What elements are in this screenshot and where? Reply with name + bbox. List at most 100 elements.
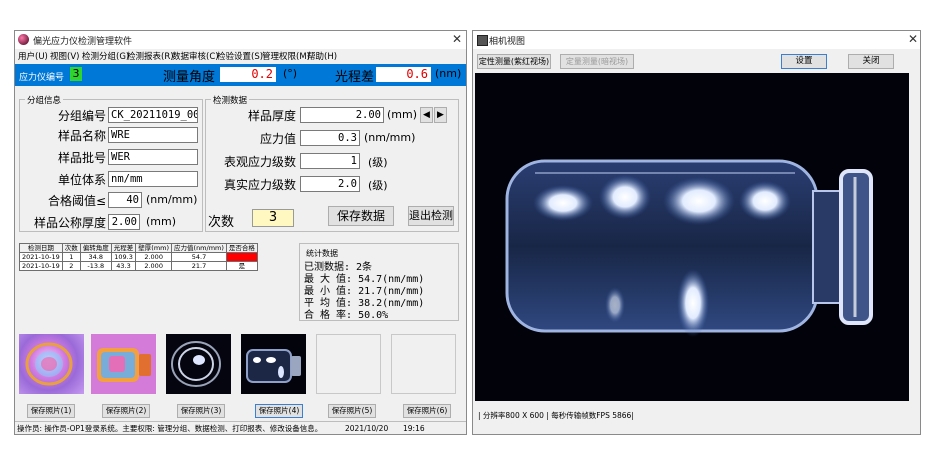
photo-slot-5[interactable] <box>316 334 381 394</box>
sample-name-field[interactable]: WRE <box>108 127 198 143</box>
unit-system-field[interactable]: nm/mm <box>108 171 198 187</box>
sample-name-label: 样品名称 <box>57 129 106 143</box>
group-no-field[interactable]: CK_20211019_001 <box>108 107 198 123</box>
menu-settings[interactable]: 检验设置(S) <box>217 50 263 62</box>
photo-thumbnail-1[interactable] <box>19 334 84 394</box>
photo-thumbnail-2[interactable] <box>91 334 156 394</box>
bottle-side-image <box>97 348 151 382</box>
save-photo-1-button[interactable]: 保存照片(1) <box>27 404 75 418</box>
operator-status: 操作员: 操作员-OP1登录系统。主要权限: 管理分组、数据检测、打印报表、修改… <box>17 424 323 433</box>
path-diff-label: 光程差 <box>335 70 375 85</box>
camera-preview[interactable] <box>475 73 909 401</box>
qualitative-measure-button[interactable]: 定性测量(紫红视场) <box>477 54 551 69</box>
stress-label: 应力值 <box>259 132 296 146</box>
records-table: 检测日期 次数 偏转角度 光程差 壁厚(mm) 应力值(nm/mm) 是否合格 … <box>19 243 258 271</box>
photo-thumbnail-3[interactable] <box>166 334 231 394</box>
close-icon[interactable]: ✕ <box>452 32 462 46</box>
nominal-thickness-label: 样品公称厚度 <box>33 216 106 230</box>
status-date: 2021/10/20 <box>345 424 389 433</box>
menu-bar: 用户(U) 视图(V) 检测分组(G) 检测报表(R) 数据审核(C) 检验设置… <box>15 49 466 64</box>
save-photo-5-button[interactable]: 保存照片(5) <box>328 404 376 418</box>
menu-help[interactable]: 帮助(H) <box>307 50 337 62</box>
pass-fail-cell: 是 <box>225 261 258 271</box>
save-data-button[interactable]: 保存数据 <box>328 206 394 226</box>
nominal-thickness-field[interactable]: 2.00 <box>108 214 140 230</box>
count-label: 次数 <box>208 215 235 230</box>
table-cell: 21.7 <box>171 261 227 271</box>
exit-detection-button[interactable]: 退出检测 <box>408 206 454 226</box>
quantitative-measure-button[interactable]: 定量测量(暗视场) <box>560 54 634 69</box>
camera-icon <box>477 35 488 46</box>
app-icon <box>18 34 29 45</box>
stat-pass-rate: 合 格 率: 50.0% <box>304 310 389 321</box>
thickness-unit: (mm) <box>387 108 418 121</box>
count-value: 3 <box>252 209 294 227</box>
device-number: 3 <box>70 67 82 81</box>
window-title: 偏光应力仪检测管理软件 <box>33 37 133 47</box>
table-cell: 2 <box>61 261 81 271</box>
menu-group[interactable]: 检测分组(G) <box>82 50 129 62</box>
apparent-level-field[interactable]: 1 <box>300 153 360 169</box>
camera-window-title: 相机视图 <box>489 37 526 47</box>
save-photo-2-button[interactable]: 保存照片(2) <box>102 404 150 418</box>
table-row[interactable]: 2021-10-19 2 -13.8 43.3 2.000 21.7 是 <box>19 261 258 271</box>
main-window: 偏光应力仪检测管理软件 ✕ 用户(U) 视图(V) 检测分组(G) 检测报表(R… <box>14 30 467 435</box>
pass-fail-cell: 否 <box>225 252 258 262</box>
stress-unit: (nm/mm) <box>364 131 416 144</box>
dark-side-image <box>246 349 301 383</box>
batch-field[interactable]: WER <box>108 149 198 165</box>
photo-slot-6[interactable] <box>391 334 456 394</box>
table-cell: 2021-10-19 <box>19 252 63 262</box>
menu-permissions[interactable]: 管理权限(M) <box>262 50 310 62</box>
nominal-thickness-unit: (mm) <box>146 215 177 228</box>
bottle-stress-image <box>475 73 909 401</box>
thickness-label: 样品厚度 <box>247 109 296 123</box>
table-cell: 54.7 <box>171 252 227 262</box>
settings-button[interactable]: 设置 <box>781 54 827 69</box>
table-cell: 2.000 <box>135 252 173 262</box>
menu-view[interactable]: 视图(V) <box>50 50 79 62</box>
threshold-field[interactable]: 40 <box>108 192 142 208</box>
col-header: 是否合格 <box>225 243 258 253</box>
camera-title-bar: 相机视图 ✕ <box>473 31 920 49</box>
stress-field[interactable]: 0.3 <box>300 130 360 146</box>
save-photo-4-button[interactable]: 保存照片(4) <box>255 404 303 418</box>
menu-user[interactable]: 用户(U) <box>18 50 48 62</box>
batch-label: 样品批号 <box>57 151 106 165</box>
menu-audit[interactable]: 数据审核(C) <box>172 50 219 62</box>
table-cell: 34.8 <box>79 252 112 262</box>
save-photo-6-button[interactable]: 保存照片(6) <box>403 404 451 418</box>
col-header: 偏转角度 <box>79 243 112 253</box>
bottle-bottom-image <box>25 342 73 386</box>
path-diff-value: 0.6 <box>376 67 431 82</box>
next-arrow-button[interactable]: ▶ <box>434 107 447 123</box>
close-button[interactable]: 关闭 <box>848 54 894 69</box>
prev-arrow-button[interactable]: ◀ <box>420 107 433 123</box>
measurement-bar: 应力仪编号 3 测量角度 0.2 (°) 光程差 0.6 (nm) <box>15 64 466 86</box>
table-cell: 109.3 <box>110 252 137 262</box>
dark-bottom-image <box>171 341 221 387</box>
menu-report[interactable]: 检测报表(R) <box>127 50 174 62</box>
detection-title: 检测数据 <box>211 94 250 106</box>
col-header: 壁厚(mm) <box>135 243 173 253</box>
group-info-panel: 分组信息 分组编号 CK_20211019_001 样品名称 WRE 样品批号 … <box>19 94 203 232</box>
photo-thumbnail-4[interactable] <box>241 334 306 394</box>
group-info-title: 分组信息 <box>25 94 64 106</box>
col-header: 检测日期 <box>19 243 63 253</box>
angle-label: 测量角度 <box>163 70 216 85</box>
col-header: 次数 <box>61 243 81 253</box>
close-icon[interactable]: ✕ <box>908 32 918 46</box>
camera-window: 相机视图 ✕ 定性测量(紫红视场) 定量测量(暗视场) 设置 关闭 | 分辨率8… <box>472 30 921 435</box>
threshold-unit: (nm/mm) <box>146 193 198 206</box>
table-cell: -13.8 <box>79 261 112 271</box>
real-level-field[interactable]: 2.0 <box>300 176 360 192</box>
thickness-field[interactable]: 2.00 <box>300 107 384 123</box>
status-bar: 操作员: 操作员-OP1登录系统。主要权限: 管理分组、数据检测、打印报表、修改… <box>15 421 466 434</box>
table-row[interactable]: 2021-10-19 1 34.8 109.3 2.000 54.7 否 <box>19 252 258 262</box>
real-level-unit: (级) <box>368 179 388 192</box>
apparent-level-label: 表观应力级数 <box>223 155 296 169</box>
angle-value: 0.2 <box>220 67 276 82</box>
real-level-label: 真实应力级数 <box>223 178 296 192</box>
save-photo-3-button[interactable]: 保存照片(3) <box>177 404 225 418</box>
group-no-label: 分组编号 <box>57 109 106 123</box>
